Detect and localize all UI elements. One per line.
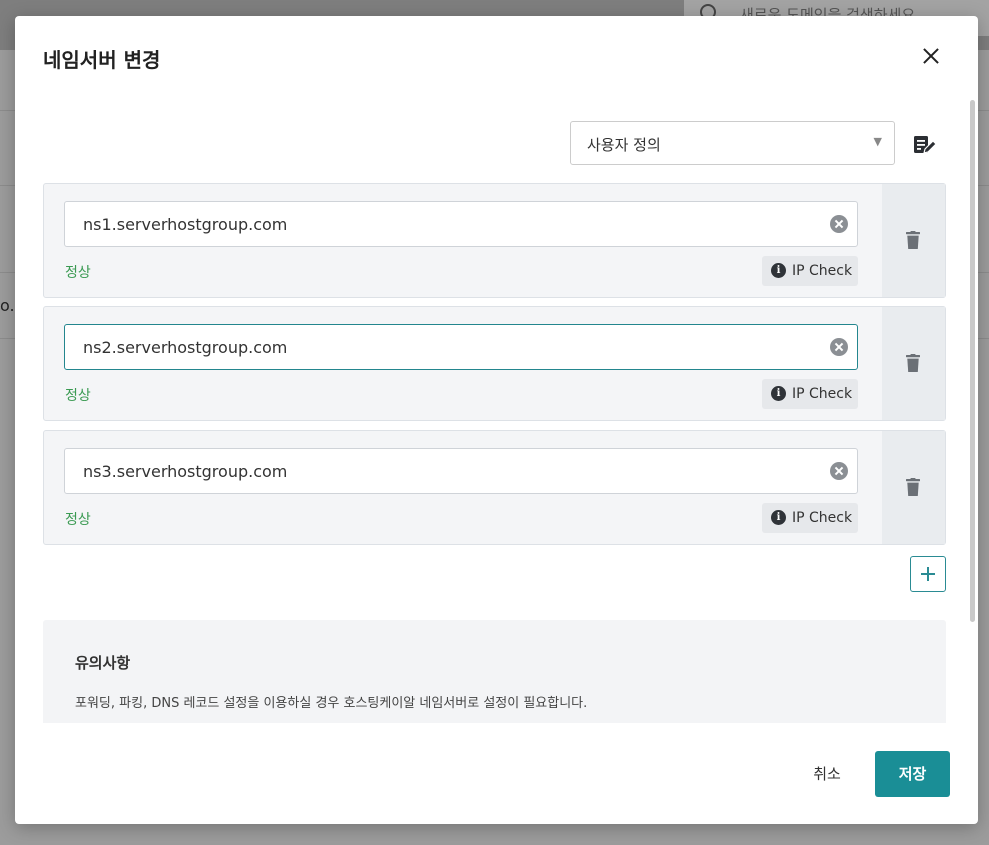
status-text: 정상 xyxy=(65,512,91,528)
modal-title: 네임서버 변경 xyxy=(43,48,161,72)
nameserver-row: ns1.serverhostgroup.com 정상 i IP Check xyxy=(43,183,946,298)
info-icon: i xyxy=(771,263,786,278)
plus-icon[interactable] xyxy=(910,556,946,592)
ip-check-label: IP Check xyxy=(792,386,853,402)
notice-text: 포워딩, 파킹, DNS 레코드 설정을 이용하실 경우 호스팅케이알 네임서버… xyxy=(75,696,588,711)
info-icon: i xyxy=(771,510,786,525)
status-text: 정상 xyxy=(65,265,91,281)
nameserver-input-value: ns1.serverhostgroup.com xyxy=(83,215,288,234)
clear-icon[interactable] xyxy=(830,462,848,480)
ip-check-label: IP Check xyxy=(792,263,853,279)
notice-title: 유의사항 xyxy=(75,654,131,672)
edit-icon[interactable] xyxy=(913,134,937,156)
ip-check-button[interactable]: i IP Check xyxy=(762,379,858,409)
nameserver-input[interactable]: ns3.serverhostgroup.com xyxy=(64,448,858,494)
footer-divider xyxy=(15,723,978,724)
notice-box: 유의사항 포워딩, 파킹, DNS 레코드 설정을 이용하실 경우 호스팅케이알… xyxy=(43,620,946,723)
nameserver-row: ns2.serverhostgroup.com 정상 i IP Check xyxy=(43,306,946,421)
ip-check-button[interactable]: i IP Check xyxy=(762,503,858,533)
nameserver-row: ns3.serverhostgroup.com 정상 i IP Check xyxy=(43,430,946,545)
info-icon: i xyxy=(771,386,786,401)
nameserver-input[interactable]: ns2.serverhostgroup.com xyxy=(64,324,858,370)
nameserver-input-value: ns2.serverhostgroup.com xyxy=(83,338,288,357)
delete-column xyxy=(882,307,945,420)
select-value: 사용자 정의 xyxy=(587,136,661,154)
ip-check-button[interactable]: i IP Check xyxy=(762,256,858,286)
trash-icon[interactable] xyxy=(905,478,921,497)
save-button[interactable]: 저장 xyxy=(875,751,950,797)
clear-icon[interactable] xyxy=(830,338,848,356)
caret-down-icon: ▼ xyxy=(873,135,882,148)
status-text: 정상 xyxy=(65,388,91,404)
nameserver-input[interactable]: ns1.serverhostgroup.com xyxy=(64,201,858,247)
trash-icon[interactable] xyxy=(905,231,921,250)
nameserver-preset-select[interactable]: 사용자 정의 ▼ xyxy=(570,121,895,165)
delete-column xyxy=(882,184,945,297)
nameserver-input-value: ns3.serverhostgroup.com xyxy=(83,462,288,481)
delete-column xyxy=(882,431,945,544)
clear-icon[interactable] xyxy=(830,215,848,233)
close-icon[interactable] xyxy=(919,44,943,68)
trash-icon[interactable] xyxy=(905,354,921,373)
ip-check-label: IP Check xyxy=(792,510,853,526)
scrollbar[interactable] xyxy=(970,100,975,622)
nameserver-change-modal: 네임서버 변경 사용자 정의 ▼ ns1.serverhostgroup.com… xyxy=(15,16,978,824)
cancel-button[interactable]: 취소 xyxy=(805,756,849,792)
